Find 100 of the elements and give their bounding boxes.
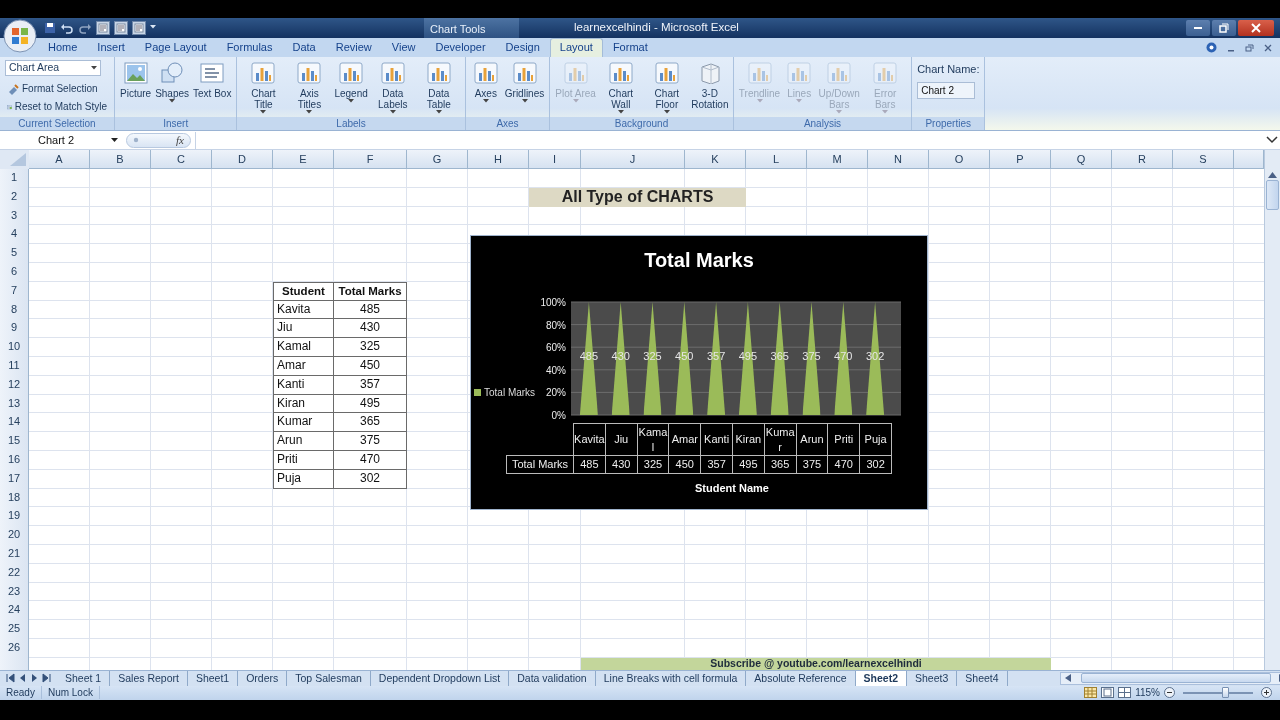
table-value: 470 [827,455,860,474]
sheet-tab[interactable]: Sheet4 [957,670,1008,686]
column-header[interactable]: M [807,150,868,169]
ribbon-button[interactable]: Gridlines [502,60,547,117]
row-header[interactable]: 14 [0,413,29,433]
ribbon-button[interactable]: Data Table [415,60,462,117]
column-header[interactable]: D [212,150,273,169]
axis-label: 80% [546,319,566,331]
sheet-tab[interactable]: Top Salesman [287,670,371,686]
category-label: Arun [796,423,828,456]
row-header[interactable]: 1 [0,169,29,188]
ribbon-tab[interactable]: Home [38,38,88,57]
category-label: Amar [668,423,701,456]
sheet-tab[interactable]: Sheet2 [855,670,908,686]
ribbon-button[interactable]: Chart Floor [643,60,690,117]
table-header: Student [273,281,334,301]
sheet-tab[interactable]: Absolute Reference [746,670,856,686]
group-label: Insert [115,117,237,130]
ribbon-tab[interactable]: Insert [87,38,135,57]
sheet-tab[interactable]: Dependent Dropdown List [370,670,510,686]
ribbon-tab[interactable]: Developer [425,38,496,57]
sheet-tab[interactable]: Sheet3 [907,670,958,686]
ribbon-button[interactable]: 3-D Rotation [689,60,730,117]
data-label: 495 [738,350,758,362]
ribbon-tab[interactable]: Review [325,38,382,57]
ribbon-tab[interactable]: Page Layout [134,38,217,57]
ribbon-tab[interactable]: Data [282,38,326,57]
table-value: 430 [605,455,638,474]
row-header[interactable]: 4 [0,225,29,245]
column-header[interactable]: G [407,150,468,169]
sheet-tab[interactable]: Orders [238,670,288,686]
column-header[interactable]: B [90,150,151,169]
ribbon-tab[interactable]: View [381,38,426,57]
group-label: Labels [237,117,465,130]
ribbon-button[interactable]: Reset to Match Style [5,98,109,115]
status-indicator: Num Lock [41,686,100,700]
table-cell: Kanti [273,375,334,395]
column-header[interactable]: C [151,150,212,169]
ribbon-button[interactable]: Axes [468,60,503,117]
ribbon-button[interactable]: Legend [332,60,370,117]
axis-label: 0% [551,410,566,421]
ribbon-button[interactable]: Picture [118,60,154,117]
column-header[interactable]: L [746,150,807,169]
table-cell: 485 [334,300,407,320]
ribbon-tab[interactable]: Design [495,38,550,57]
element-dropdown[interactable]: Chart Area [5,60,101,76]
axis-title: Student Name [694,481,770,496]
ribbon-tab[interactable]: Format [602,38,658,57]
ribbon-button[interactable]: Axis Titles [286,60,333,117]
sheet-tab[interactable]: Line Breaks with cell formula [595,670,747,686]
column-header[interactable]: E [273,150,334,169]
column-header[interactable]: K [685,150,746,169]
table-value: 375 [796,455,828,474]
data-label: 450 [675,350,694,362]
data-label: 365 [770,350,789,362]
ribbon-button[interactable]: Text Box [191,60,234,117]
data-label: 302 [865,350,885,362]
column-header[interactable]: F [334,150,407,169]
ribbon-button[interactable]: Shapes [153,60,192,117]
column-header[interactable]: H [468,150,529,169]
row-header[interactable]: 15 [0,432,29,451]
axis-label: 40% [546,364,566,376]
column-header[interactable]: J [581,150,685,169]
context-tab-label: Chart Tools [424,18,519,38]
ribbon-tab[interactable]: Layout [549,38,603,57]
data-label: 470 [834,350,853,362]
table-cell: Kamal [273,338,334,357]
ribbon-tab[interactable]: Formulas [216,38,283,57]
column-header[interactable]: N [868,150,929,169]
row-header[interactable]: 10 [0,338,29,357]
column-header[interactable]: P [990,150,1051,169]
column-header[interactable]: S [1173,150,1234,169]
table-cell: Kumar [273,413,334,433]
row-header[interactable]: 19 [0,507,29,527]
ribbon-button[interactable]: Format Selection [5,80,109,97]
row-header[interactable]: 20 [0,526,29,545]
column-header[interactable]: I [529,150,581,169]
column-header[interactable]: A [29,150,90,169]
ribbon-button[interactable]: Chart Wall [597,60,644,117]
column-header[interactable]: Q [1051,150,1112,169]
sheet-tab[interactable]: Sales Report [110,670,188,686]
ribbon-button[interactable]: Chart Title [240,60,287,117]
table-value: 325 [637,455,669,474]
row-header[interactable]: 25 [0,620,29,639]
column-header[interactable]: R [1112,150,1173,169]
chart-title: Total Marks [643,248,755,273]
row-header[interactable]: 24 [0,601,29,621]
row-header[interactable]: 9 [0,319,29,339]
column-header[interactable]: O [929,150,990,169]
sheet-tab[interactable]: Data validation [509,670,596,686]
sheet-tab[interactable]: Sheet1 [187,670,239,686]
sheet-tab[interactable]: Sheet 1 [57,670,111,686]
function-button[interactable]: fx [126,132,191,148]
row-header[interactable]: 5 [0,244,29,263]
chart-name-field[interactable]: Chart 2 [917,81,976,99]
axis-label: 60% [546,342,566,354]
category-label: Kamal [637,423,669,456]
table-cell: 375 [334,432,407,451]
ribbon-button[interactable]: Data Labels [369,60,416,117]
category-label: Kavita [573,423,606,456]
